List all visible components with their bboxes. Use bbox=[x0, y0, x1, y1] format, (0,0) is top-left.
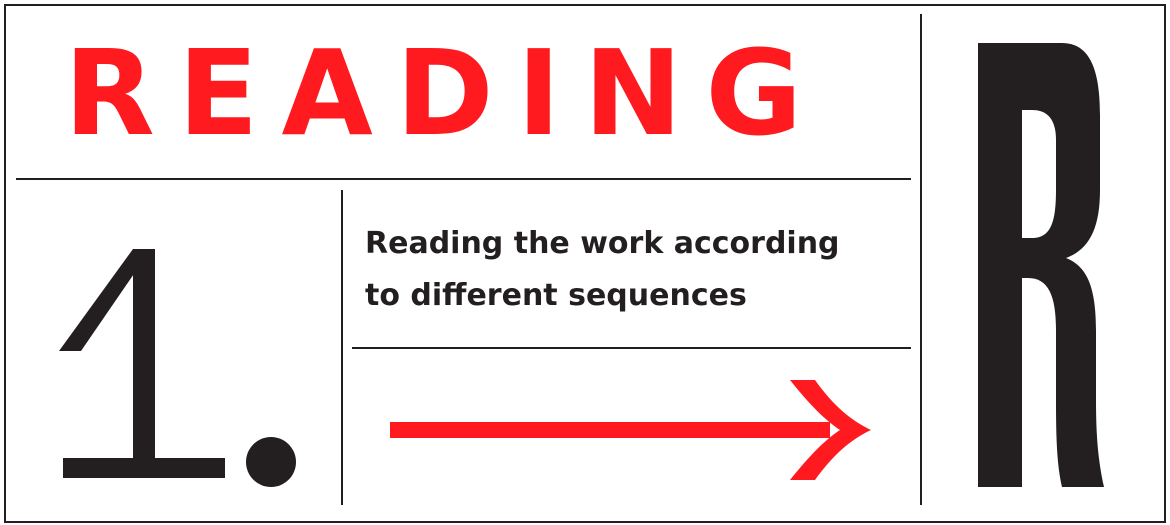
description-line-2: to different sequences bbox=[365, 278, 747, 313]
horizontal-rule-middle bbox=[352, 347, 911, 349]
numeral-one: 1 bbox=[59, 249, 225, 478]
side-letter-r: R bbox=[978, 43, 1104, 487]
step-number: 1 . bbox=[59, 249, 296, 487]
vertical-rule-left bbox=[341, 190, 343, 505]
section-title: READING bbox=[64, 24, 826, 162]
arrow-right-icon bbox=[390, 380, 871, 480]
step-description: Reading the work according to different … bbox=[365, 218, 905, 322]
horizontal-rule-top bbox=[16, 178, 911, 180]
vertical-rule-right bbox=[920, 14, 922, 505]
numeral-period: . bbox=[246, 437, 296, 487]
description-line-1: Reading the work according bbox=[365, 226, 840, 261]
